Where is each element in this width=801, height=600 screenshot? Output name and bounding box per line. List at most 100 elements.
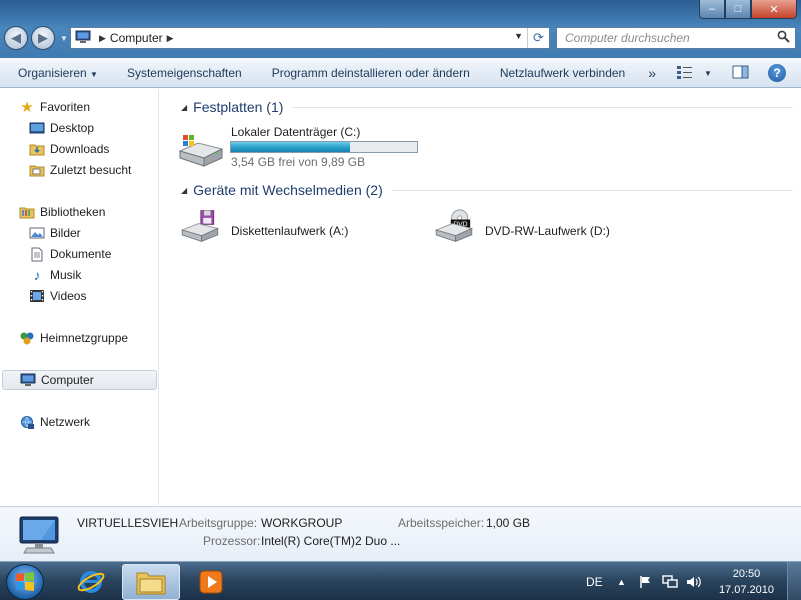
language-indicator[interactable]: DE bbox=[586, 562, 603, 600]
taskbar-internet-explorer[interactable] bbox=[62, 564, 120, 600]
dvd-drive-icon: DVD bbox=[434, 209, 474, 242]
refresh-icon[interactable]: ⟳ bbox=[527, 28, 549, 48]
show-desktop-button[interactable] bbox=[787, 562, 801, 600]
sidebar-item-homegroup[interactable]: Heimnetzgruppe bbox=[19, 328, 128, 348]
taskbar-media-player[interactable] bbox=[182, 564, 240, 600]
window-controls: – □ ✕ bbox=[699, 0, 797, 19]
group-title: Festplatten (1) bbox=[193, 99, 284, 115]
drive-d-name: DVD-RW-Laufwerk (D:) bbox=[485, 224, 610, 238]
folder-icon bbox=[136, 572, 166, 595]
computer-name: VIRTUELLESVIEH bbox=[77, 516, 179, 530]
libraries-icon bbox=[19, 205, 35, 219]
group-divider bbox=[292, 106, 793, 108]
computer-icon bbox=[20, 373, 36, 387]
window-titlebar: – □ ✕ ◀ ▶ ▼ ▶ Computer ▶ ▼ ⟳ Computer du… bbox=[0, 0, 801, 58]
windows-logo-icon bbox=[16, 572, 34, 591]
sidebar-item-documents[interactable]: Dokumente bbox=[29, 244, 111, 264]
media-player-icon bbox=[199, 570, 223, 594]
sidebar-item-favorites[interactable]: ★ Favoriten bbox=[19, 97, 90, 117]
computer-icon bbox=[19, 516, 59, 554]
volume-icon[interactable] bbox=[686, 562, 702, 600]
network-status-icon[interactable] bbox=[662, 562, 678, 600]
drive-c-free-space: 3,54 GB frei von 9,89 GB bbox=[231, 155, 366, 169]
search-icon[interactable] bbox=[777, 30, 790, 46]
workgroup-label: Arbeitsgruppe: bbox=[179, 516, 258, 530]
address-bar[interactable]: ▶ Computer ▶ ▼ ⟳ bbox=[70, 27, 550, 49]
uninstall-program-button[interactable]: Programm deinstallieren oder ändern bbox=[251, 66, 479, 80]
network-icon bbox=[19, 415, 35, 429]
close-button[interactable]: ✕ bbox=[751, 0, 797, 19]
system-properties-button[interactable]: Systemeigenschaften bbox=[107, 66, 251, 80]
back-button[interactable]: ◀ bbox=[4, 26, 28, 50]
view-options-icon bbox=[676, 65, 694, 82]
address-dropdown-icon[interactable]: ▼ bbox=[514, 31, 523, 41]
taskbar-explorer[interactable] bbox=[122, 564, 180, 600]
map-network-drive-button[interactable]: Netzlaufwerk verbinden bbox=[479, 66, 634, 80]
cpu-label: Prozessor: bbox=[203, 534, 261, 548]
music-note-icon: ♪ bbox=[33, 267, 41, 283]
chevron-down-icon[interactable]: ▼ bbox=[704, 69, 712, 78]
content-pane: ◢ Festplatten (1) Lokaler Datenträger (C… bbox=[160, 89, 801, 505]
downloads-folder-icon bbox=[29, 142, 45, 156]
sidebar-item-music[interactable]: ♪ Musik bbox=[29, 265, 82, 285]
taskbar-clock[interactable]: 20:50 17.07.2010 bbox=[719, 566, 774, 598]
computer-icon bbox=[75, 30, 91, 47]
change-view-button[interactable]: ▼ bbox=[676, 58, 712, 88]
group-title: Geräte mit Wechselmedien (2) bbox=[193, 182, 383, 198]
sidebar-item-videos[interactable]: Videos bbox=[29, 286, 86, 306]
recent-pages-dropdown[interactable]: ▼ bbox=[60, 34, 68, 43]
documents-icon bbox=[29, 247, 45, 261]
organize-menu[interactable]: Organisieren ▼ bbox=[0, 66, 107, 80]
internet-explorer-icon bbox=[77, 571, 105, 593]
chevron-up-icon: ▲ bbox=[617, 576, 626, 587]
help-icon: ? bbox=[768, 64, 786, 82]
group-removable[interactable]: ◢ Geräte mit Wechselmedien (2) bbox=[181, 182, 793, 198]
preview-pane-button[interactable] bbox=[732, 58, 749, 88]
navigation-pane: ★ Favoriten Desktop Downloads Zuletzt be… bbox=[0, 89, 159, 505]
drive-a-name: Diskettenlaufwerk (A:) bbox=[231, 224, 349, 238]
memory-value: 1,00 GB bbox=[486, 516, 531, 530]
sidebar-item-recent[interactable]: Zuletzt besucht bbox=[29, 160, 131, 180]
drive-c-name: Lokaler Datenträger (C:) bbox=[231, 125, 361, 139]
action-center-icon[interactable] bbox=[639, 562, 653, 600]
sidebar-item-pictures[interactable]: Bilder bbox=[29, 223, 81, 243]
collapse-group-icon[interactable]: ◢ bbox=[181, 103, 187, 112]
desktop-icon bbox=[29, 121, 45, 135]
start-button[interactable] bbox=[6, 564, 44, 600]
breadcrumb-chevron-icon[interactable]: ▶ bbox=[99, 33, 106, 44]
sidebar-item-desktop[interactable]: Desktop bbox=[29, 118, 94, 138]
chevron-down-icon: ▼ bbox=[90, 69, 98, 79]
star-icon: ★ bbox=[20, 99, 34, 116]
breadcrumb-chevron-icon[interactable]: ▶ bbox=[167, 33, 174, 44]
preview-pane-icon bbox=[732, 65, 749, 82]
group-hard-disks[interactable]: ◢ Festplatten (1) bbox=[181, 99, 793, 115]
help-button[interactable]: ? bbox=[768, 58, 786, 88]
memory-label: Arbeitsspeicher: bbox=[398, 516, 485, 530]
sidebar-item-computer[interactable]: Computer bbox=[2, 370, 157, 390]
search-input[interactable]: Computer durchsuchen bbox=[556, 27, 796, 49]
group-divider bbox=[391, 189, 793, 191]
drive-c-usage-bar bbox=[230, 141, 418, 153]
taskbar: DE ▲ 20:50 17.07.2010 bbox=[0, 561, 801, 600]
clock-time: 20:50 bbox=[732, 568, 761, 580]
film-strip-icon bbox=[29, 289, 45, 303]
minimize-button[interactable]: – bbox=[699, 0, 725, 19]
search-placeholder: Computer durchsuchen bbox=[565, 31, 690, 45]
more-commands-button[interactable]: » bbox=[634, 65, 665, 81]
arrow-right-icon: ▶ bbox=[38, 30, 48, 45]
show-hidden-icons-button[interactable]: ▲ bbox=[617, 562, 626, 600]
arrow-left-icon: ◀ bbox=[11, 30, 21, 45]
clock-date: 17.07.2010 bbox=[718, 584, 774, 596]
drive-c-usage-fill bbox=[231, 142, 351, 152]
floppy-drive-icon bbox=[180, 210, 220, 242]
pictures-icon bbox=[29, 226, 45, 240]
forward-button[interactable]: ▶ bbox=[31, 26, 55, 50]
workgroup-value: WORKGROUP bbox=[261, 516, 343, 530]
sidebar-item-downloads[interactable]: Downloads bbox=[29, 139, 109, 159]
sidebar-item-network[interactable]: Netzwerk bbox=[19, 412, 90, 432]
sidebar-item-libraries[interactable]: Bibliotheken bbox=[19, 202, 105, 222]
breadcrumb-computer[interactable]: Computer bbox=[110, 31, 163, 45]
collapse-group-icon[interactable]: ◢ bbox=[181, 186, 187, 195]
maximize-button[interactable]: □ bbox=[725, 0, 751, 19]
recent-places-icon bbox=[29, 163, 45, 177]
